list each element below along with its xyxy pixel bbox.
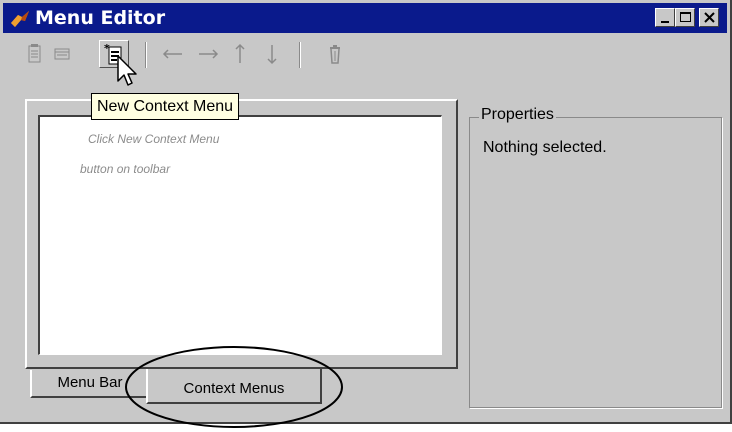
new-menu-item-button[interactable] — [48, 40, 78, 68]
tooltip: New Context Menu — [91, 93, 240, 120]
new-menu-button[interactable] — [20, 40, 50, 68]
svg-text:*: * — [104, 42, 110, 55]
tab-label: Menu Bar — [57, 374, 123, 391]
arrow-right-icon — [199, 49, 219, 59]
properties-text: Nothing selected. — [483, 139, 607, 156]
empty-list-hint-line1: Click New Context Menu — [88, 132, 220, 146]
title-bar[interactable]: Menu Editor — [3, 3, 727, 33]
new-menu-icon — [28, 44, 41, 63]
tooltip-text: New Context Menu — [97, 98, 234, 115]
maximize-icon — [680, 12, 691, 22]
toolbar-separator — [299, 42, 301, 68]
toolbar: * — [3, 36, 727, 72]
new-menu-item-icon — [54, 48, 70, 60]
properties-title: Properties — [479, 106, 556, 124]
mouse-pointer-icon — [117, 55, 137, 86]
close-button[interactable] — [699, 8, 719, 27]
menu-editor-window: Menu Editor * Click New Context Menu but… — [0, 0, 732, 428]
window-title: Menu Editor — [35, 7, 166, 29]
close-icon — [704, 12, 715, 23]
move-right-button[interactable] — [193, 40, 223, 68]
empty-list-hint-line2: button on toolbar — [80, 162, 171, 176]
highlight-ellipse — [125, 346, 343, 428]
context-menu-list[interactable] — [38, 115, 442, 355]
trash-icon — [330, 45, 340, 64]
move-up-button[interactable] — [225, 40, 255, 68]
arrow-left-icon — [162, 49, 182, 59]
arrow-down-icon — [267, 45, 277, 65]
minimize-icon — [661, 21, 669, 23]
matlab-icon — [11, 11, 29, 27]
toolbar-separator — [145, 42, 147, 68]
move-left-button[interactable] — [158, 40, 188, 68]
properties-group — [469, 117, 722, 408]
delete-button[interactable] — [321, 40, 351, 68]
arrow-up-icon — [235, 43, 245, 63]
move-down-button[interactable] — [257, 40, 287, 68]
maximize-button[interactable] — [675, 8, 695, 27]
minimize-button[interactable] — [655, 8, 675, 27]
